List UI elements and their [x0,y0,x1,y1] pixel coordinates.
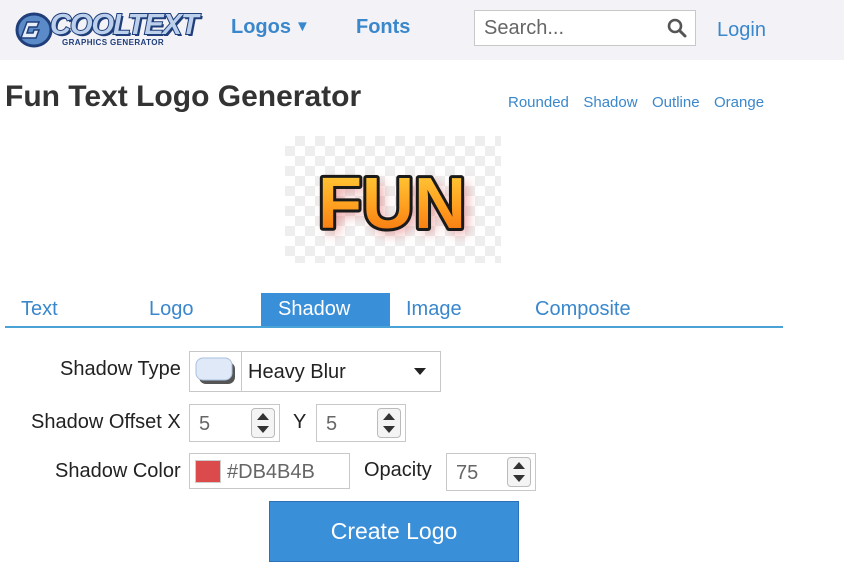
shadow-type-value: Heavy Blur [248,361,346,383]
stepper-down-icon [513,475,525,482]
tab-composite[interactable]: Composite [535,293,631,326]
shadow-offset-x-field [189,404,280,443]
opacity-input[interactable] [447,454,513,492]
opacity-stepper[interactable] [507,457,531,487]
stepper-up-icon [383,413,395,420]
tab-shadow[interactable]: Shadow [261,293,390,326]
editor-tabs: Text Logo Shadow Image Composite [5,293,783,328]
shadow-offset-x-label: Shadow Offset X [31,411,181,433]
search-box [474,10,696,46]
style-link-outline[interactable]: Outline [652,94,700,111]
style-links: Rounded Shadow Outline Orange [508,94,774,112]
shadow-offset-y-label: Y [293,411,307,433]
shadow-color-input[interactable] [224,454,349,490]
dropdown-arrow-icon [414,368,426,375]
shadow-type-select[interactable]: Heavy Blur [189,351,441,392]
nav-logos-label: Logos [231,16,291,38]
cooltext-logo[interactable]: COOLTEXT GRAPHICS GENERATOR [14,8,200,50]
stepper-down-icon [257,426,269,433]
site-header: COOLTEXT GRAPHICS GENERATOR Logos ▼ Fonts… [0,0,844,60]
offset-y-stepper[interactable] [377,408,401,438]
style-link-shadow[interactable]: Shadow [583,94,637,111]
stepper-up-icon [257,413,269,420]
style-link-rounded[interactable]: Rounded [508,94,569,111]
shadow-offset-y-input[interactable] [317,405,383,443]
stepper-up-icon [513,462,525,469]
nav-fonts-label: Fonts [356,16,411,38]
shadow-color-field [189,453,350,490]
style-link-orange[interactable]: Orange [714,94,764,111]
preview-art: FUN FUN [315,161,471,249]
brand-name: COOLTEXT [49,8,200,42]
shadow-offset-x-input[interactable] [190,405,256,443]
opacity-field [446,453,536,492]
brand-tagline: GRAPHICS GENERATOR [62,38,165,47]
shadow-offset-y-field [316,404,406,443]
caret-down-icon: ▼ [295,18,310,35]
offset-x-stepper[interactable] [251,408,275,438]
nav-logos[interactable]: Logos ▼ [231,16,310,39]
logo-preview: FUN FUN [285,136,501,263]
shadow-color-label: Shadow Color [55,460,181,482]
preview-text: FUN [318,164,466,244]
tab-logo[interactable]: Logo [149,293,194,326]
tab-image[interactable]: Image [406,293,462,326]
shadow-type-label: Shadow Type [60,358,181,380]
stepper-down-icon [383,426,395,433]
shadow-type-swatch-icon [195,352,242,391]
login-link[interactable]: Login [717,19,766,42]
color-swatch[interactable] [195,460,221,483]
nav-fonts[interactable]: Fonts [356,16,410,39]
create-logo-button[interactable]: Create Logo [269,501,519,562]
opacity-label: Opacity [364,459,432,481]
search-icon[interactable] [667,18,687,38]
page-title: Fun Text Logo Generator [5,80,362,113]
tab-text[interactable]: Text [21,293,58,326]
search-input[interactable] [475,11,664,45]
